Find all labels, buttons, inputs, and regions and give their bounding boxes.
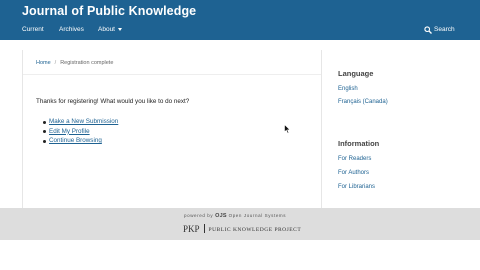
registration-message: Thanks for registering! What would you l… xyxy=(36,98,190,105)
chevron-down-icon xyxy=(118,27,122,31)
list-item: Continue Browsing xyxy=(42,137,118,147)
ojs-logo[interactable]: powered by OJS Open Journal Systems xyxy=(184,213,286,219)
logo-divider xyxy=(203,224,205,233)
site-footer: powered by OJS Open Journal Systems PKP P… xyxy=(0,208,480,240)
breadcrumb-current: Registration complete xyxy=(60,60,114,66)
pkp-text: PKP xyxy=(183,224,200,234)
site-title[interactable]: Journal of Public Knowledge xyxy=(22,4,196,18)
info-librarians-link[interactable]: For Librarians xyxy=(338,184,375,190)
search-icon xyxy=(424,26,432,34)
ojs-full-text: Open Journal Systems xyxy=(228,213,287,218)
list-item: Edit My Profile xyxy=(42,128,118,138)
breadcrumb-separator: / xyxy=(54,60,57,66)
breadcrumb: Home / Registration complete xyxy=(36,60,113,66)
continue-browsing-link[interactable]: Continue Browsing xyxy=(49,137,102,144)
nav-current[interactable]: Current xyxy=(22,26,44,33)
language-english[interactable]: English xyxy=(338,86,358,92)
language-french[interactable]: Français (Canada) xyxy=(338,99,388,105)
divider xyxy=(23,74,321,75)
search-label: Search xyxy=(434,26,455,33)
edit-profile-link[interactable]: Edit My Profile xyxy=(49,128,90,135)
breadcrumb-home[interactable]: Home xyxy=(36,60,51,66)
information-heading: Information xyxy=(338,139,380,148)
ojs-text: OJS xyxy=(215,213,227,219)
language-heading: Language xyxy=(338,69,374,78)
info-authors-link[interactable]: For Authors xyxy=(338,170,369,176)
main-content: Home / Registration complete Thanks for re… xyxy=(22,50,322,210)
make-submission-link[interactable]: Make a New Submission xyxy=(49,118,118,125)
list-item: Make a New Submission xyxy=(42,118,118,128)
pkp-full-text: PUBLIC KNOWLEDGE PROJECT xyxy=(208,227,302,233)
nav-archives[interactable]: Archives xyxy=(59,26,84,33)
pkp-logo[interactable]: PKP PUBLIC KNOWLEDGE PROJECT xyxy=(183,224,301,234)
info-readers-link[interactable]: For Readers xyxy=(338,156,371,162)
next-steps-list: Make a New Submission Edit My Profile Co… xyxy=(42,118,118,147)
nav-about-label: About xyxy=(98,26,115,33)
nav-about[interactable]: About xyxy=(98,26,122,33)
mouse-cursor-icon xyxy=(284,124,291,134)
powered-by-text: powered by xyxy=(184,213,214,218)
